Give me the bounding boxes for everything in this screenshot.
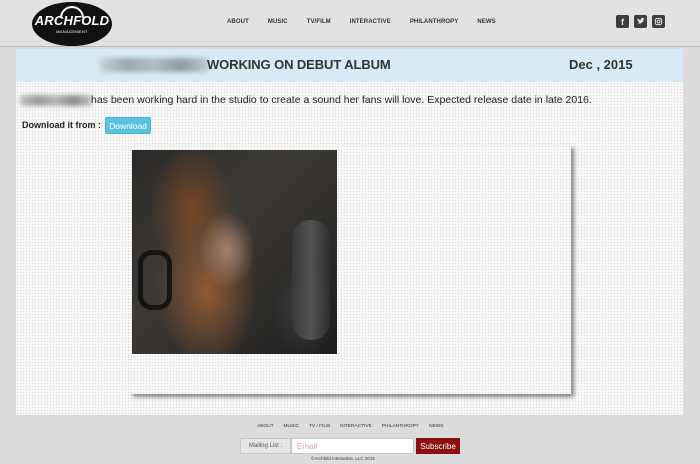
footer-nav-news[interactable]: NEWS — [429, 424, 443, 429]
twitter-icon[interactable] — [634, 15, 647, 28]
instagram-icon[interactable] — [652, 15, 665, 28]
subscribe-button[interactable]: Subscribe — [416, 438, 460, 454]
footer-nav-philanthropy[interactable]: PHILANTHROPY — [382, 424, 419, 429]
download-button[interactable]: Download — [105, 117, 151, 134]
site-header: ARCHFOLD MANAGEMENT ABOUT MUSIC TV/FILM … — [0, 0, 700, 47]
nav-music[interactable]: MUSIC — [268, 19, 288, 25]
nav-philanthropy[interactable]: PHILANTHROPY — [410, 19, 459, 25]
blurred-name — [100, 58, 208, 72]
nav-interactive[interactable]: INTERACTIVE — [350, 19, 391, 25]
facebook-icon[interactable]: f — [616, 15, 629, 28]
article-title: WORKING ON DEBUT ALBUM — [207, 57, 391, 72]
email-input[interactable] — [291, 438, 414, 454]
footer-nav: ABOUT MUSIC TV / FILM INTERACTIVE PHILAN… — [257, 424, 454, 429]
article-body: has been working hard in the studio to c… — [91, 94, 592, 106]
nav-about[interactable]: ABOUT — [227, 19, 249, 25]
footer-nav-about[interactable]: ABOUT — [257, 424, 274, 429]
nav-tv-film[interactable]: TV/FILM — [307, 19, 331, 25]
blurred-name-body — [20, 95, 92, 106]
main-nav: ABOUT MUSIC TV/FILM INTERACTIVE PHILANTH… — [227, 19, 515, 25]
social-links: f — [616, 15, 665, 28]
article-title-bar: WORKING ON DEBUT ALBUM Dec , 2015 — [16, 49, 683, 82]
logo-arch-icon — [60, 6, 84, 18]
footer-nav-music[interactable]: MUSIC — [284, 424, 299, 429]
headphones-shape — [138, 250, 172, 310]
copyright-text: ©Archfold Interactive, LLC 2015 — [311, 456, 375, 461]
news-content: WORKING ON DEBUT ALBUM Dec , 2015 has be… — [16, 49, 683, 415]
microphone-shape — [292, 220, 330, 340]
footer-nav-interactive[interactable]: INTERACTIVE — [340, 424, 372, 429]
mailing-list-label: Mailing List : — [240, 438, 291, 454]
footer-nav-tv-film[interactable]: TV / FILM — [309, 424, 330, 429]
nav-news[interactable]: NEWS — [477, 19, 495, 25]
archfold-logo[interactable]: ARCHFOLD MANAGEMENT — [32, 2, 112, 46]
article-date: Dec , 2015 — [569, 57, 633, 72]
download-label: Download it from : — [22, 120, 101, 130]
logo-subtext: MANAGEMENT — [56, 29, 88, 34]
artist-photo — [132, 150, 337, 354]
